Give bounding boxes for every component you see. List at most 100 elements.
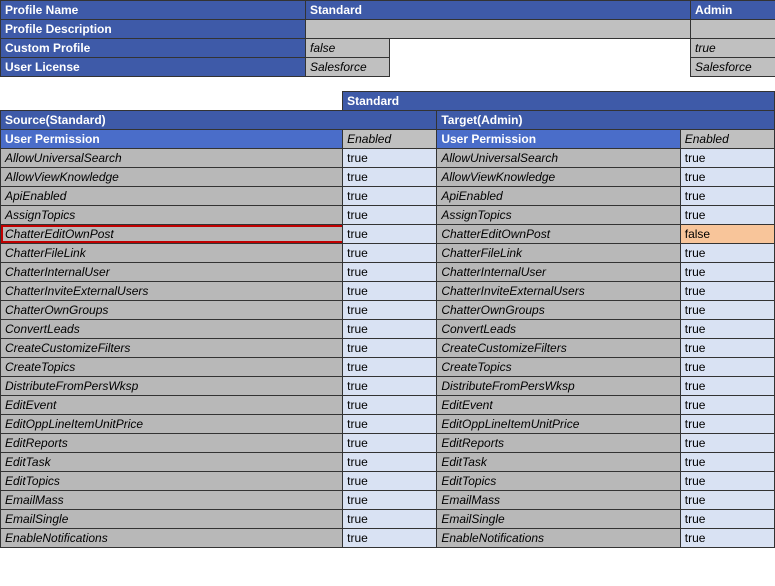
table-row: AllowViewKnowledgetrueAllowViewKnowledge… [1,167,775,186]
group-header: Standard [343,91,775,110]
src-permission-name: ConvertLeads [1,319,343,338]
tgt-permission-name: DistributeFromPersWksp [437,376,680,395]
src-enabled-value: true [343,262,437,281]
tgt-permission-name: ChatterEditOwnPost [437,224,680,243]
src-enabled-value: true [343,186,437,205]
profile-desc-standard [306,20,691,39]
table-row: DistributeFromPersWksptrueDistributeFrom… [1,376,775,395]
src-permission-name: EditEvent [1,395,343,414]
user-license-standard: Salesforce [306,58,390,77]
standard-col-header: Standard [306,1,691,20]
src-enabled-value: true [343,281,437,300]
src-enabled-value: true [343,452,437,471]
tgt-permission-name: AllowUniversalSearch [437,148,680,167]
table-row: ChatterInternalUsertrueChatterInternalUs… [1,262,775,281]
tgt-permission-name: CreateCustomizeFilters [437,338,680,357]
src-enabled-value: true [343,414,437,433]
source-header: Source(Standard) [1,110,437,129]
tgt-enabled-value: true [680,148,774,167]
permissions-table: Standard Source(Standard) Target(Admin) … [0,91,775,548]
tgt-permission-name: ChatterFileLink [437,243,680,262]
table-row: CreateTopicstrueCreateTopicstrue [1,357,775,376]
tgt-enabled-value: true [680,338,774,357]
tgt-permission-name: ConvertLeads [437,319,680,338]
tgt-enabled-value: true [680,376,774,395]
table-row: EmailMasstrueEmailMasstrue [1,490,775,509]
tgt-enabled-value: true [680,243,774,262]
src-permission-name: ChatterOwnGroups [1,300,343,319]
tgt-enabled-value: true [680,471,774,490]
tgt-enabled-value: true [680,319,774,338]
tgt-enabled-value: true [680,452,774,471]
tgt-permission-name: EditReports [437,433,680,452]
src-permission-name: DistributeFromPersWksp [1,376,343,395]
tgt-permission-name: EditTask [437,452,680,471]
table-row: EnableNotificationstrueEnableNotificatio… [1,528,775,547]
table-row: AssignTopicstrueAssignTopicstrue [1,205,775,224]
custom-profile-admin: true [691,39,775,58]
custom-profile-label: Custom Profile [1,39,306,58]
src-enabled-value: true [343,167,437,186]
tgt-enabled-value: true [680,281,774,300]
table-row: EditEventtrueEditEventtrue [1,395,775,414]
profile-name-label: Profile Name [1,1,306,20]
tgt-permission-name: EmailMass [437,490,680,509]
src-user-permission-header: User Permission [1,129,343,148]
src-permission-name: AllowViewKnowledge [1,167,343,186]
tgt-enabled-value: true [680,433,774,452]
admin-col-header: Admin [691,1,775,20]
table-row: EditReportstrueEditReportstrue [1,433,775,452]
tgt-enabled-value: true [680,490,774,509]
src-enabled-value: true [343,148,437,167]
tgt-permission-name: CreateTopics [437,357,680,376]
src-enabled-header: Enabled [343,129,437,148]
tgt-enabled-value: true [680,414,774,433]
src-permission-name: ChatterInternalUser [1,262,343,281]
src-enabled-value: true [343,471,437,490]
table-row: ChatterFileLinktrueChatterFileLinktrue [1,243,775,262]
src-enabled-value: true [343,357,437,376]
src-enabled-value: true [343,490,437,509]
src-permission-name: ChatterEditOwnPost [1,224,343,243]
tgt-enabled-value: true [680,509,774,528]
tgt-enabled-value: true [680,357,774,376]
src-enabled-value: true [343,528,437,547]
src-enabled-value: true [343,205,437,224]
target-header: Target(Admin) [437,110,775,129]
src-permission-name: ChatterFileLink [1,243,343,262]
src-permission-name: ApiEnabled [1,186,343,205]
profile-desc-admin [691,20,775,39]
table-row: EditOppLineItemUnitPricetrueEditOppLineI… [1,414,775,433]
tgt-enabled-value: true [680,395,774,414]
tgt-enabled-header: Enabled [680,129,774,148]
tgt-permission-name: ChatterOwnGroups [437,300,680,319]
user-license-label: User License [1,58,306,77]
src-permission-name: EditOppLineItemUnitPrice [1,414,343,433]
src-permission-name: EnableNotifications [1,528,343,547]
tgt-permission-name: EditTopics [437,471,680,490]
table-row: ChatterInviteExternalUserstrueChatterInv… [1,281,775,300]
src-permission-name: EmailMass [1,490,343,509]
table-row: EditTasktrueEditTasktrue [1,452,775,471]
src-permission-name: AllowUniversalSearch [1,148,343,167]
src-permission-name: EditReports [1,433,343,452]
tgt-permission-name: ApiEnabled [437,186,680,205]
tgt-permission-name: EditEvent [437,395,680,414]
src-enabled-value: true [343,509,437,528]
src-permission-name: ChatterInviteExternalUsers [1,281,343,300]
table-row: ChatterOwnGroupstrueChatterOwnGroupstrue [1,300,775,319]
table-row: ConvertLeadstrueConvertLeadstrue [1,319,775,338]
src-permission-name: EmailSingle [1,509,343,528]
tgt-enabled-value: true [680,528,774,547]
src-enabled-value: true [343,300,437,319]
src-enabled-value: true [343,395,437,414]
src-enabled-value: true [343,338,437,357]
table-row: ChatterEditOwnPosttrueChatterEditOwnPost… [1,224,775,243]
tgt-user-permission-header: User Permission [437,129,680,148]
tgt-permission-name: EditOppLineItemUnitPrice [437,414,680,433]
tgt-permission-name: EmailSingle [437,509,680,528]
table-row: CreateCustomizeFilterstrueCreateCustomiz… [1,338,775,357]
src-enabled-value: true [343,433,437,452]
table-row: EmailSingletrueEmailSingletrue [1,509,775,528]
tgt-enabled-value: true [680,262,774,281]
